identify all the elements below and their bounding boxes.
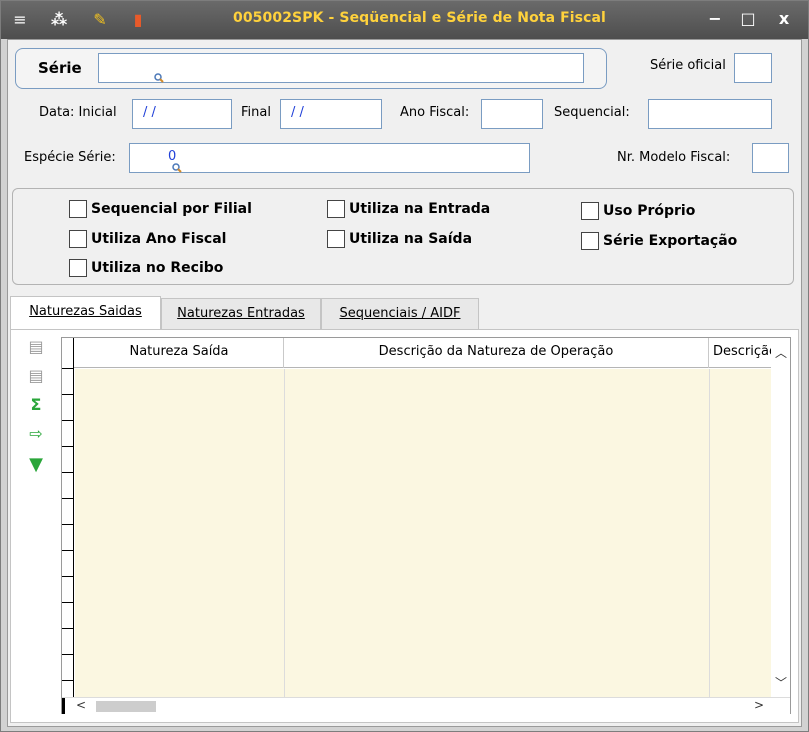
checkbox-serie-exportacao[interactable]: Série Exportação <box>581 232 737 250</box>
especie-serie-label: Espécie Série: <box>24 150 116 165</box>
options-group: Sequencial por Filial Utiliza Ano Fiscal… <box>12 188 794 285</box>
checkbox-sequencial-por-filial[interactable]: Sequencial por Filial <box>69 200 252 218</box>
row-indicator-marker <box>62 698 65 714</box>
serie-oficial-label: Série oficial <box>650 58 726 73</box>
especie-serie-value: 0 <box>168 149 177 164</box>
row-indicator-line <box>62 472 74 473</box>
row-indicator-line <box>62 498 74 499</box>
nr-modelo-fiscal-label: Nr. Modelo Fiscal: <box>617 150 731 165</box>
sequencial-label: Sequencial: <box>554 105 630 120</box>
data-inicial-value: / / <box>143 105 156 120</box>
wrench-icon[interactable]: ✎ <box>89 9 111 31</box>
checkbox-box[interactable] <box>581 232 599 250</box>
grid-rows[interactable] <box>75 369 771 697</box>
row-indicator-line <box>62 368 74 369</box>
data-inicial-input[interactable]: / / <box>132 99 232 129</box>
serie-oficial-input[interactable] <box>734 53 772 83</box>
filter-icon[interactable]: ▼ <box>25 454 47 476</box>
checkbox-uso-proprio[interactable]: Uso Próprio <box>581 202 695 220</box>
grid-delete-row-icon[interactable]: ▤ <box>25 365 47 387</box>
books-icon[interactable]: ▮ <box>127 9 149 31</box>
tab-label: Naturezas Saidas <box>29 304 142 319</box>
column-divider <box>284 369 285 697</box>
column-header-descricao[interactable]: Descrição <box>709 338 772 368</box>
tab-naturezas-entradas[interactable]: Naturezas Entradas <box>161 298 321 330</box>
export-icon[interactable]: ⇨ <box>25 423 47 445</box>
checkbox-utiliza-na-saida[interactable]: Utiliza na Saída <box>327 230 472 248</box>
grid-header: Natureza Saída Descrição da Natureza de … <box>62 338 790 368</box>
checkbox-label: Utiliza no Recibo <box>91 260 224 276</box>
checkbox-label: Utiliza na Saída <box>349 231 473 247</box>
vertical-scrollbar[interactable]: ︿ ﹀ <box>771 338 790 697</box>
title-bar: ≡ ⁂ ✎ ▮ 005002SPK - Seqüencial e Série d… <box>1 1 808 39</box>
checkbox-label: Série Exportação <box>603 233 738 249</box>
window-title: 005002SPK - Seqüencial e Série de Nota F… <box>233 10 606 26</box>
row-indicator-line <box>62 446 74 447</box>
close-button[interactable]: x <box>770 7 798 31</box>
row-indicator-line <box>62 602 74 603</box>
sequencial-input[interactable] <box>648 99 772 129</box>
checkbox-box[interactable] <box>327 230 345 248</box>
ano-fiscal-label: Ano Fiscal: <box>400 105 470 120</box>
column-header-natureza-saida[interactable]: Natureza Saída <box>75 338 284 368</box>
data-final-label: Final <box>241 105 271 120</box>
ano-fiscal-input[interactable] <box>481 99 543 129</box>
naturezas-grid: Natureza Saída Descrição da Natureza de … <box>61 337 791 714</box>
window: ≡ ⁂ ✎ ▮ 005002SPK - Seqüencial e Série d… <box>0 0 809 732</box>
tab-naturezas-saidas[interactable]: Naturezas Saidas <box>10 296 161 330</box>
serie-input[interactable] <box>98 53 584 83</box>
tab-label: Naturezas Entradas <box>177 306 305 321</box>
checkbox-box[interactable] <box>327 200 345 218</box>
scroll-down-icon[interactable]: ﹀ <box>775 674 787 691</box>
tab-panel: ▤ ▤ Σ ⇨ ▼ Natureza Saída Descrição da Na… <box>10 329 799 723</box>
row-indicator-line <box>62 654 74 655</box>
checkbox-box[interactable] <box>69 259 87 277</box>
checkbox-label: Sequencial por Filial <box>91 201 252 217</box>
maximize-button[interactable]: □ <box>734 7 762 31</box>
checkbox-box[interactable] <box>69 230 87 248</box>
row-indicator-line <box>62 524 74 525</box>
network-icon[interactable]: ⁂ <box>48 9 70 31</box>
tab-strip: Naturezas Saidas Naturezas Entradas Sequ… <box>10 296 800 330</box>
data-final-input[interactable]: / / <box>280 99 382 129</box>
checkbox-utiliza-na-entrada[interactable]: Utiliza na Entrada <box>327 200 490 218</box>
checkbox-utiliza-no-recibo[interactable]: Utiliza no Recibo <box>69 259 223 277</box>
row-indicator-line <box>62 680 74 681</box>
checkbox-label: Utiliza Ano Fiscal <box>91 231 227 247</box>
row-indicator-line <box>62 394 74 395</box>
menu-icon[interactable]: ≡ <box>9 9 31 31</box>
sum-icon[interactable]: Σ <box>25 394 47 416</box>
checkbox-utiliza-ano-fiscal[interactable]: Utiliza Ano Fiscal <box>69 230 226 248</box>
minimize-button[interactable]: − <box>701 7 729 31</box>
row-indicator-line <box>62 628 74 629</box>
tab-sequenciais-aidf[interactable]: Sequenciais / AIDF <box>321 298 479 330</box>
form-client-area: Série Série oficial Data: Inicial / / Fi… <box>7 39 802 727</box>
checkbox-label: Uso Próprio <box>603 203 696 219</box>
column-divider <box>709 369 710 697</box>
checkbox-box[interactable] <box>69 200 87 218</box>
scroll-left-icon[interactable]: < <box>76 698 86 712</box>
horizontal-scrollbar[interactable]: < > <box>62 697 790 714</box>
serie-label: Série <box>38 59 82 77</box>
lookup-icon[interactable] <box>172 163 182 173</box>
grid-add-row-icon[interactable]: ▤ <box>25 336 47 358</box>
scroll-right-icon[interactable]: > <box>754 698 764 712</box>
row-indicator-column <box>62 338 74 697</box>
tab-label: Sequenciais / AIDF <box>339 306 461 321</box>
especie-serie-input[interactable]: 0 <box>129 143 530 173</box>
row-indicator-line <box>62 576 74 577</box>
checkbox-box[interactable] <box>581 202 599 220</box>
column-header-descricao-natureza[interactable]: Descrição da Natureza de Operação <box>284 338 709 368</box>
lookup-icon[interactable] <box>154 73 164 83</box>
data-final-value: / / <box>291 105 304 120</box>
serie-group: Série <box>15 48 607 89</box>
row-indicator-line <box>62 420 74 421</box>
data-inicial-label: Data: Inicial <box>39 105 117 120</box>
row-indicator-line <box>62 550 74 551</box>
horizontal-scroll-thumb[interactable] <box>96 701 156 712</box>
nr-modelo-fiscal-input[interactable] <box>752 143 789 173</box>
scroll-up-icon[interactable]: ︿ <box>775 344 787 361</box>
checkbox-label: Utiliza na Entrada <box>349 201 491 217</box>
